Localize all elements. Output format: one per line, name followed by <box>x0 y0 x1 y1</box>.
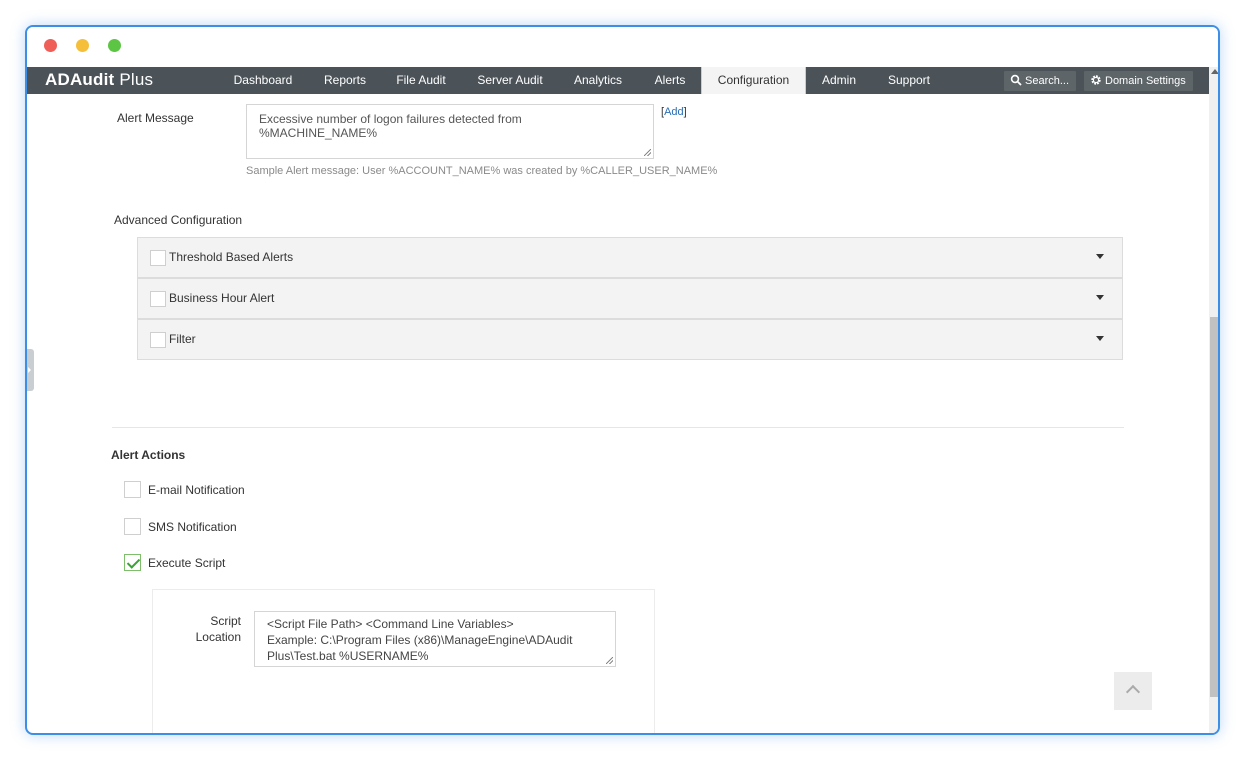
nav-configuration[interactable]: Configuration <box>701 67 806 94</box>
section-divider <box>112 427 1124 428</box>
execute-script-checkbox[interactable] <box>124 554 141 571</box>
nav-dashboard[interactable]: Dashboard <box>215 67 311 94</box>
execute-script-label: Execute Script <box>148 556 226 570</box>
alert-message-label: Alert Message <box>117 111 194 125</box>
script-placeholder-line: <Script File Path> <Command Line Variabl… <box>267 617 514 631</box>
add-variable-link[interactable]: [Add] <box>661 106 687 118</box>
nav-file-audit[interactable]: File Audit <box>379 67 463 94</box>
close-window-button[interactable] <box>44 39 57 52</box>
advanced-configuration-heading: Advanced Configuration <box>114 213 243 227</box>
nav-server-audit[interactable]: Server Audit <box>463 67 557 94</box>
scrollbar-thumb[interactable] <box>1210 317 1218 697</box>
domain-settings-button[interactable]: Domain Settings <box>1084 71 1193 91</box>
script-location-label: Script Location <box>195 614 241 644</box>
script-placeholder-line: Plus\Test.bat %USERNAME% <box>267 649 429 663</box>
script-location-panel: Script Location <Script File Path> <Comm… <box>152 589 655 733</box>
app-window: ADAudit Plus Dashboard Reports File Audi… <box>25 25 1220 735</box>
nav-admin[interactable]: Admin <box>806 67 872 94</box>
vertical-scrollbar[interactable] <box>1209 67 1218 733</box>
script-placeholder-line: Example: C:\Program Files (x86)\ManageEn… <box>267 633 573 647</box>
search-button[interactable]: Search... <box>1004 71 1076 91</box>
top-navbar: ADAudit Plus Dashboard Reports File Audi… <box>27 67 1209 94</box>
nav-alerts[interactable]: Alerts <box>639 67 701 94</box>
sample-alert-hint: Sample Alert message: User %ACCOUNT_NAME… <box>246 165 718 177</box>
filter-label: Filter <box>169 332 196 346</box>
search-icon <box>1010 74 1022 86</box>
caret-down-icon[interactable] <box>1096 254 1104 259</box>
caret-down-icon[interactable] <box>1096 295 1104 300</box>
caret-down-icon[interactable] <box>1096 336 1104 341</box>
script-location-textarea[interactable]: <Script File Path> <Command Line Variabl… <box>254 611 616 667</box>
alert-actions-heading: Alert Actions <box>111 448 186 462</box>
alert-message-textarea[interactable]: Excessive number of logon failures detec… <box>246 104 654 159</box>
filter-section[interactable]: Filter <box>137 319 1123 360</box>
business-hour-alert-checkbox[interactable] <box>150 291 166 307</box>
search-button-label: Search... <box>1025 75 1070 87</box>
title-bar <box>27 27 1218 67</box>
gear-icon <box>1091 75 1101 85</box>
sms-notification-label: SMS Notification <box>148 520 237 534</box>
nav-reports[interactable]: Reports <box>311 67 379 94</box>
nav-support[interactable]: Support <box>872 67 946 94</box>
business-hour-alert-section[interactable]: Business Hour Alert <box>137 278 1123 319</box>
nav-analytics[interactable]: Analytics <box>557 67 639 94</box>
sms-notification-checkbox[interactable] <box>124 518 141 535</box>
domain-settings-label: Domain Settings <box>1105 75 1186 87</box>
resize-handle-icon[interactable] <box>644 149 651 156</box>
maximize-window-button[interactable] <box>108 39 121 52</box>
threshold-based-alerts-section[interactable]: Threshold Based Alerts <box>137 237 1123 278</box>
scroll-up-arrow-icon[interactable] <box>1211 69 1218 74</box>
threshold-based-alerts-checkbox[interactable] <box>150 250 166 266</box>
email-notification-checkbox[interactable] <box>124 481 141 498</box>
alert-message-value: Excessive number of logon failures detec… <box>259 112 522 140</box>
email-notification-label: E-mail Notification <box>148 483 245 497</box>
threshold-based-alerts-label: Threshold Based Alerts <box>169 250 294 264</box>
resize-handle-icon[interactable] <box>606 657 613 664</box>
app-logo[interactable]: ADAudit Plus <box>45 70 153 90</box>
filter-checkbox[interactable] <box>150 332 166 348</box>
business-hour-alert-label: Business Hour Alert <box>169 291 275 305</box>
minimize-window-button[interactable] <box>76 39 89 52</box>
main-content: Alert Message Excessive number of logon … <box>27 94 1209 733</box>
scroll-to-top-button[interactable] <box>1114 672 1152 710</box>
